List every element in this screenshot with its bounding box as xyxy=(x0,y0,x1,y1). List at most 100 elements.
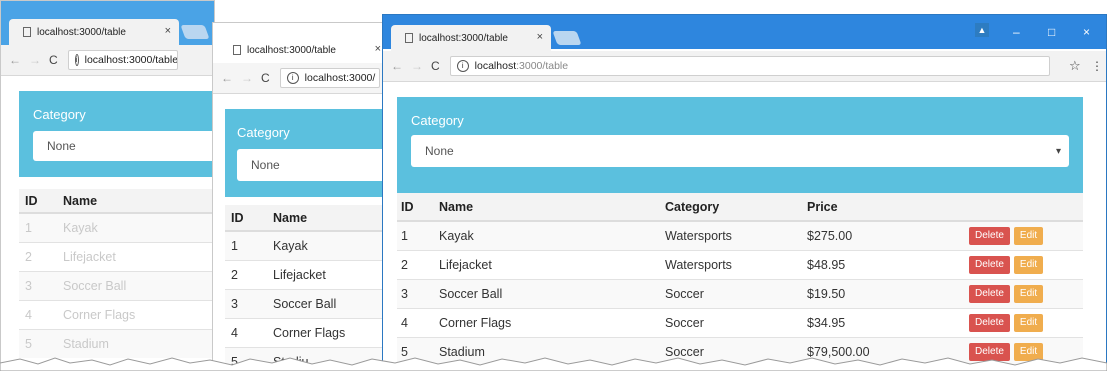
cell-actions: Delete Edit xyxy=(968,307,1083,337)
cell-price: $48.95 xyxy=(806,249,968,279)
delete-button[interactable]: Delete xyxy=(969,284,1010,303)
tab-close-icon[interactable]: × xyxy=(537,31,543,43)
cell-category: Watersports xyxy=(664,220,806,250)
reload-icon[interactable]: C xyxy=(431,59,440,73)
cell-name: Kayak xyxy=(438,220,664,250)
url-host: localhost xyxy=(474,60,517,72)
browser-tab[interactable]: localhost:3000/table × xyxy=(219,37,389,63)
table-row: 2 Lifejacket Watersports $48.95 Delete Ed… xyxy=(397,249,1083,279)
table-row: 2 Lifejacket xyxy=(19,241,214,271)
new-tab-button[interactable] xyxy=(180,25,210,39)
tab-title: localhost:3000/table xyxy=(37,26,126,38)
delete-button[interactable]: Delete xyxy=(969,226,1010,245)
category-select[interactable]: None xyxy=(237,149,391,181)
edit-button[interactable]: Edit xyxy=(1013,255,1044,274)
category-label: Category xyxy=(33,107,86,122)
header-name: Name xyxy=(62,189,214,214)
table-row: 1 Kayak Watersports $275.00 Delete Edit xyxy=(397,220,1083,250)
table-row: 5 Stadium xyxy=(19,328,214,358)
cell-id: 2 xyxy=(397,249,438,279)
header-price: Price xyxy=(806,193,968,222)
forward-arrow-icon[interactable]: → xyxy=(29,53,41,67)
info-icon[interactable]: i xyxy=(286,72,299,84)
cell-name: Stadium xyxy=(62,328,214,358)
tab-title: localhost:3000/table xyxy=(247,44,336,56)
cell-id: 3 xyxy=(225,288,272,318)
category-select-value: None xyxy=(251,158,280,172)
tab-close-icon[interactable]: × xyxy=(165,25,171,37)
cell-name: Soccer Ball xyxy=(438,278,664,308)
tab-title: localhost:3000/table xyxy=(419,32,508,44)
edit-button[interactable]: Edit xyxy=(1013,226,1044,245)
minimize-icon[interactable]: – xyxy=(1013,25,1020,39)
cell-id: 1 xyxy=(225,230,272,260)
new-tab-button[interactable] xyxy=(552,31,582,45)
info-icon[interactable]: i xyxy=(74,54,79,66)
category-panel: Category None xyxy=(19,91,214,177)
cell-id: 5 xyxy=(19,328,62,358)
cell-name: Corner Flags xyxy=(272,317,391,347)
cell-id: 1 xyxy=(19,212,62,242)
cell-name: Kayak xyxy=(62,212,214,242)
edit-button[interactable]: Edit xyxy=(1013,313,1044,332)
delete-button[interactable]: Delete xyxy=(969,313,1010,332)
info-icon[interactable]: i xyxy=(456,60,469,72)
page-icon xyxy=(23,27,31,37)
header-name: Name xyxy=(438,193,664,222)
bookmark-star-icon[interactable]: ☆ xyxy=(1069,59,1081,74)
profile-icon[interactable]: ▲ xyxy=(975,23,989,37)
cell-name: Corner Flags xyxy=(62,299,214,329)
products-table: ID Name Category Price 1 Kayak Waterspor… xyxy=(397,193,1083,366)
header-id: ID xyxy=(225,205,272,232)
header-name: Name xyxy=(272,205,391,232)
url-input[interactable]: i localhost:3000/ xyxy=(279,68,380,88)
forward-arrow-icon[interactable]: → xyxy=(411,59,423,73)
back-arrow-icon[interactable]: ← xyxy=(9,53,21,67)
url-path: :3000/table xyxy=(516,60,569,72)
header-id: ID xyxy=(397,193,438,222)
page-icon xyxy=(405,33,413,43)
address-bar: ← → C i localhost:3000/table ☆ ⋮ xyxy=(383,51,1106,82)
close-window-icon[interactable]: × xyxy=(1083,25,1090,39)
forward-arrow-icon[interactable]: → xyxy=(241,71,253,85)
cell-name: Corner Flags xyxy=(438,307,664,337)
table-row: 4 Corner Flags xyxy=(225,317,391,347)
browser-tab[interactable]: localhost:3000/table × xyxy=(9,19,179,45)
back-arrow-icon[interactable]: ← xyxy=(221,71,233,85)
cell-price: $19.50 xyxy=(806,278,968,308)
back-arrow-icon[interactable]: ← xyxy=(391,59,403,73)
tab-close-icon[interactable]: × xyxy=(375,43,381,55)
category-panel: Category None ▾ xyxy=(397,97,1083,193)
cell-id: 3 xyxy=(19,270,62,300)
browser-window-back: localhost:3000/table × ← → C i localhost… xyxy=(0,0,215,371)
delete-button[interactable]: Delete xyxy=(969,255,1010,274)
reload-icon[interactable]: C xyxy=(49,53,58,67)
reload-icon[interactable]: C xyxy=(261,71,270,85)
browser-tab[interactable]: localhost:3000/table × xyxy=(391,25,551,51)
url-input[interactable]: i localhost:3000/table xyxy=(449,56,1050,76)
cell-name: Lifejacket xyxy=(272,259,391,289)
products-table: ID Name 1 Kayak 2 Lifejacket 3 Soccer Ball … xyxy=(225,205,391,370)
cell-actions: Delete Edit xyxy=(968,249,1083,279)
table-row: 3 Soccer Ball Soccer $19.50 Delete Edit xyxy=(397,278,1083,308)
table-row: 4 Corner Flags xyxy=(19,299,214,329)
menu-icon[interactable]: ⋮ xyxy=(1091,59,1103,73)
cell-category: Soccer xyxy=(664,278,806,308)
url-input[interactable]: i localhost:3000/table xyxy=(67,50,178,70)
edit-button[interactable]: Edit xyxy=(1013,284,1044,303)
category-select[interactable]: None ▾ xyxy=(411,135,1069,167)
cell-price: $275.00 xyxy=(806,220,968,250)
category-select[interactable]: None xyxy=(33,131,214,161)
cell-id: 4 xyxy=(225,317,272,347)
browser-window-middle: localhost:3000/table × ← → C i localhost… xyxy=(212,22,392,371)
products-table: ID Name 1 Kayak 2 Lifejacket 3 Soccer Ball … xyxy=(19,189,214,358)
table-row: 2 Lifejacket xyxy=(225,259,391,289)
cell-name: Lifejacket xyxy=(62,241,214,271)
category-label: Category xyxy=(237,125,290,140)
maximize-icon[interactable]: □ xyxy=(1048,25,1055,39)
torn-edge xyxy=(0,357,1107,371)
cell-id: 3 xyxy=(397,278,438,308)
table-row: 3 Soccer Ball xyxy=(19,270,214,300)
chevron-down-icon: ▾ xyxy=(1055,145,1061,157)
category-panel: Category None xyxy=(225,109,391,197)
